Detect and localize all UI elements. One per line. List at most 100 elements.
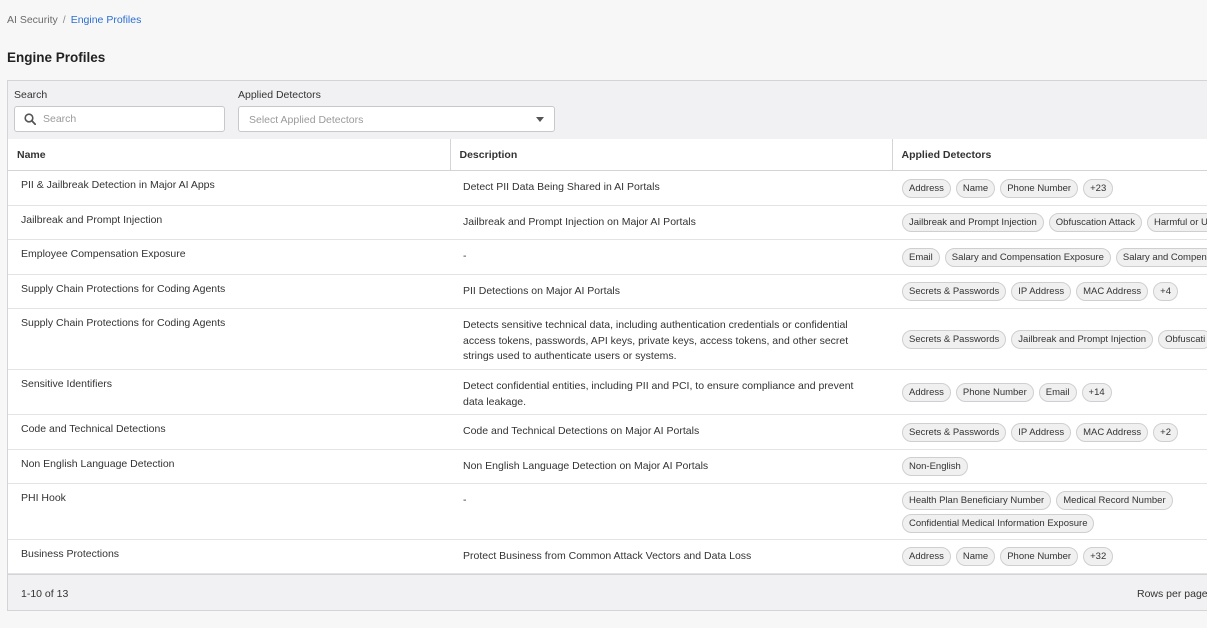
detector-chip[interactable]: IP Address (1011, 422, 1072, 442)
detector-chip[interactable]: Obfuscation Attack (1048, 213, 1143, 232)
detector-chip[interactable]: Secrets & Passwords (902, 329, 1007, 349)
detector-chip[interactable]: MAC Address (1076, 422, 1149, 442)
profile-name[interactable]: Supply Chain Protections for Coding Agen… (8, 308, 450, 370)
profile-description: Detects sensitive technical data, includ… (450, 308, 892, 370)
breadcrumb-current[interactable]: Engine Profiles (71, 14, 142, 26)
detector-chip[interactable]: Name (955, 178, 996, 198)
detector-chip[interactable]: Phone Number (1000, 547, 1079, 566)
detector-chip[interactable]: Jailbreak and Prompt Injection (1011, 329, 1154, 349)
detector-chip-list: Address Name Phone Number +32 (902, 547, 1202, 566)
detector-chip[interactable]: IP Address (1011, 282, 1072, 301)
breadcrumb-separator: / (62, 14, 66, 26)
detector-chip[interactable]: Address (902, 178, 951, 198)
more-detectors-chip[interactable]: +4 (1153, 282, 1178, 301)
profile-name[interactable]: Sensitive Identifiers (8, 369, 450, 415)
search-label: Search (14, 89, 48, 101)
breadcrumb: AI Security / Engine Profiles (7, 14, 141, 26)
profile-description: Protect Business from Common Attack Vect… (450, 539, 892, 574)
detector-chip-list: Secrets & Passwords IP Address MAC Address… (902, 282, 1202, 301)
filter-bar: Search Applied Detectors Select Applied … (8, 81, 1207, 140)
table-row[interactable]: Supply Chain Protections for Coding Agen… (8, 308, 1207, 370)
profile-name[interactable]: PHI Hook (8, 483, 450, 540)
more-detectors-chip[interactable]: +32 (1083, 547, 1114, 566)
table-footer: 1-10 of 13 Rows per page: (8, 574, 1207, 610)
breadcrumb-parent[interactable]: AI Security (7, 14, 58, 26)
engine-profiles-panel: Search Applied Detectors Select Applied … (7, 80, 1207, 611)
column-header-name[interactable]: Name (8, 139, 450, 171)
applied-detectors-cell: Secrets & Passwords Jailbreak and Prompt … (892, 308, 1207, 370)
detector-chip[interactable]: Address (902, 382, 951, 402)
detector-chip[interactable]: Phone Number (1000, 178, 1079, 198)
profile-name[interactable]: Supply Chain Protections for Coding Agen… (8, 274, 450, 309)
applied-detectors-cell: Secrets & Passwords IP Address MAC Address… (892, 414, 1207, 450)
table-row[interactable]: Code and Technical Detections Code and Te… (8, 414, 1207, 450)
table-row[interactable]: Business Protections Protect Business fro… (8, 539, 1207, 574)
table-row[interactable]: Non English Language Detection Non Englis… (8, 449, 1207, 484)
search-field[interactable] (14, 106, 225, 132)
table-row[interactable]: Sensitive Identifiers Detect confidential… (8, 369, 1207, 415)
detector-chip-list: Email Salary and Compensation Exposure Sal… (902, 247, 1207, 267)
detector-chip[interactable]: Confidential Medical Information Exposur… (902, 513, 1095, 533)
profile-description: Code and Technical Detections on Major A… (450, 414, 892, 450)
more-detectors-chip[interactable]: +14 (1081, 382, 1112, 402)
detector-chip[interactable]: Name (955, 547, 996, 566)
applied-detectors-select[interactable]: Select Applied Detectors (238, 106, 555, 132)
column-header-description[interactable]: Description (449, 139, 892, 171)
detector-chip[interactable]: Email (1038, 382, 1077, 402)
detector-chip[interactable]: Salary and Compens (1115, 247, 1207, 267)
applied-detectors-cell: Address Phone Number Email +14 (892, 369, 1207, 415)
caret-down-icon (536, 117, 544, 122)
pagination-range: 1-10 of 13 (21, 588, 69, 600)
applied-detectors-placeholder: Select Applied Detectors (249, 114, 364, 126)
profile-description: Detect confidential entities, including … (450, 369, 892, 415)
table-header-row: Name Description Applied Detectors (8, 139, 1207, 171)
applied-detectors-label: Applied Detectors (238, 89, 321, 101)
profile-name[interactable]: Business Protections (8, 539, 450, 574)
profile-name[interactable]: PII & Jailbreak Detection in Major AI Ap… (8, 170, 450, 206)
table-row[interactable]: PII & Jailbreak Detection in Major AI Ap… (8, 170, 1207, 206)
table-row[interactable]: Jailbreak and Prompt Injection Jailbreak … (8, 205, 1207, 240)
rows-per-page-label: Rows per page: (1137, 588, 1207, 600)
detector-chip-list: Non-English (902, 457, 1202, 476)
detector-chip[interactable]: Address (902, 547, 951, 566)
detector-chip[interactable]: Salary and Compensation Exposure (944, 247, 1111, 267)
detector-chip[interactable]: Email (902, 247, 940, 267)
detector-chip-list: Secrets & Passwords IP Address MAC Address… (902, 422, 1202, 442)
applied-detectors-cell: Secrets & Passwords IP Address MAC Address… (892, 274, 1207, 309)
detector-chip-list: Jailbreak and Prompt Injection Obfuscatio… (902, 213, 1207, 232)
profile-description: - (450, 483, 892, 540)
profile-description: - (450, 239, 892, 275)
detector-chip[interactable]: Secrets & Passwords (902, 422, 1007, 442)
detector-chip-list: Address Name Phone Number +23 (902, 178, 1202, 198)
applied-detectors-cell: Health Plan Beneficiary Number Medical Re… (892, 483, 1207, 540)
profile-name[interactable]: Employee Compensation Exposure (8, 239, 450, 275)
column-header-applied-detectors[interactable]: Applied Detectors (891, 139, 1207, 171)
profile-description: Jailbreak and Prompt Injection on Major … (450, 205, 892, 240)
table-row[interactable]: PHI Hook - Health Plan Beneficiary Number M… (8, 483, 1207, 540)
detector-chip[interactable]: Jailbreak and Prompt Injection (902, 213, 1044, 232)
detector-chip[interactable]: Medical Record Number (1056, 490, 1173, 510)
detector-chip[interactable]: Health Plan Beneficiary Number (902, 490, 1052, 510)
profile-name[interactable]: Code and Technical Detections (8, 414, 450, 450)
detector-chip[interactable]: Obfuscati (1158, 329, 1207, 349)
search-icon (24, 113, 36, 125)
more-detectors-chip[interactable]: +2 (1153, 422, 1178, 442)
detector-chip[interactable]: MAC Address (1076, 282, 1149, 301)
detector-chip[interactable]: Harmful or U (1147, 213, 1207, 232)
detector-chip[interactable]: Non-English (902, 457, 968, 476)
table-row[interactable]: Supply Chain Protections for Coding Agen… (8, 274, 1207, 309)
detector-chip-list: Health Plan Beneficiary Number Medical Re… (902, 490, 1202, 533)
more-detectors-chip[interactable]: +23 (1083, 178, 1114, 198)
detector-chip-list: Secrets & Passwords Jailbreak and Prompt … (902, 329, 1207, 349)
applied-detectors-cell: Email Salary and Compensation Exposure Sal… (892, 239, 1207, 275)
detector-chip[interactable]: Secrets & Passwords (902, 282, 1007, 301)
table-row[interactable]: Employee Compensation Exposure - Email Sala… (8, 239, 1207, 275)
profile-name[interactable]: Jailbreak and Prompt Injection (8, 205, 450, 240)
profile-description: PII Detections on Major AI Portals (450, 274, 892, 309)
applied-detectors-cell: Non-English (892, 449, 1207, 484)
detector-chip[interactable]: Phone Number (955, 382, 1034, 402)
profile-name[interactable]: Non English Language Detection (8, 449, 450, 484)
profile-description: Non English Language Detection on Major … (450, 449, 892, 484)
page-title: Engine Profiles (7, 50, 106, 65)
search-input[interactable] (43, 111, 218, 127)
